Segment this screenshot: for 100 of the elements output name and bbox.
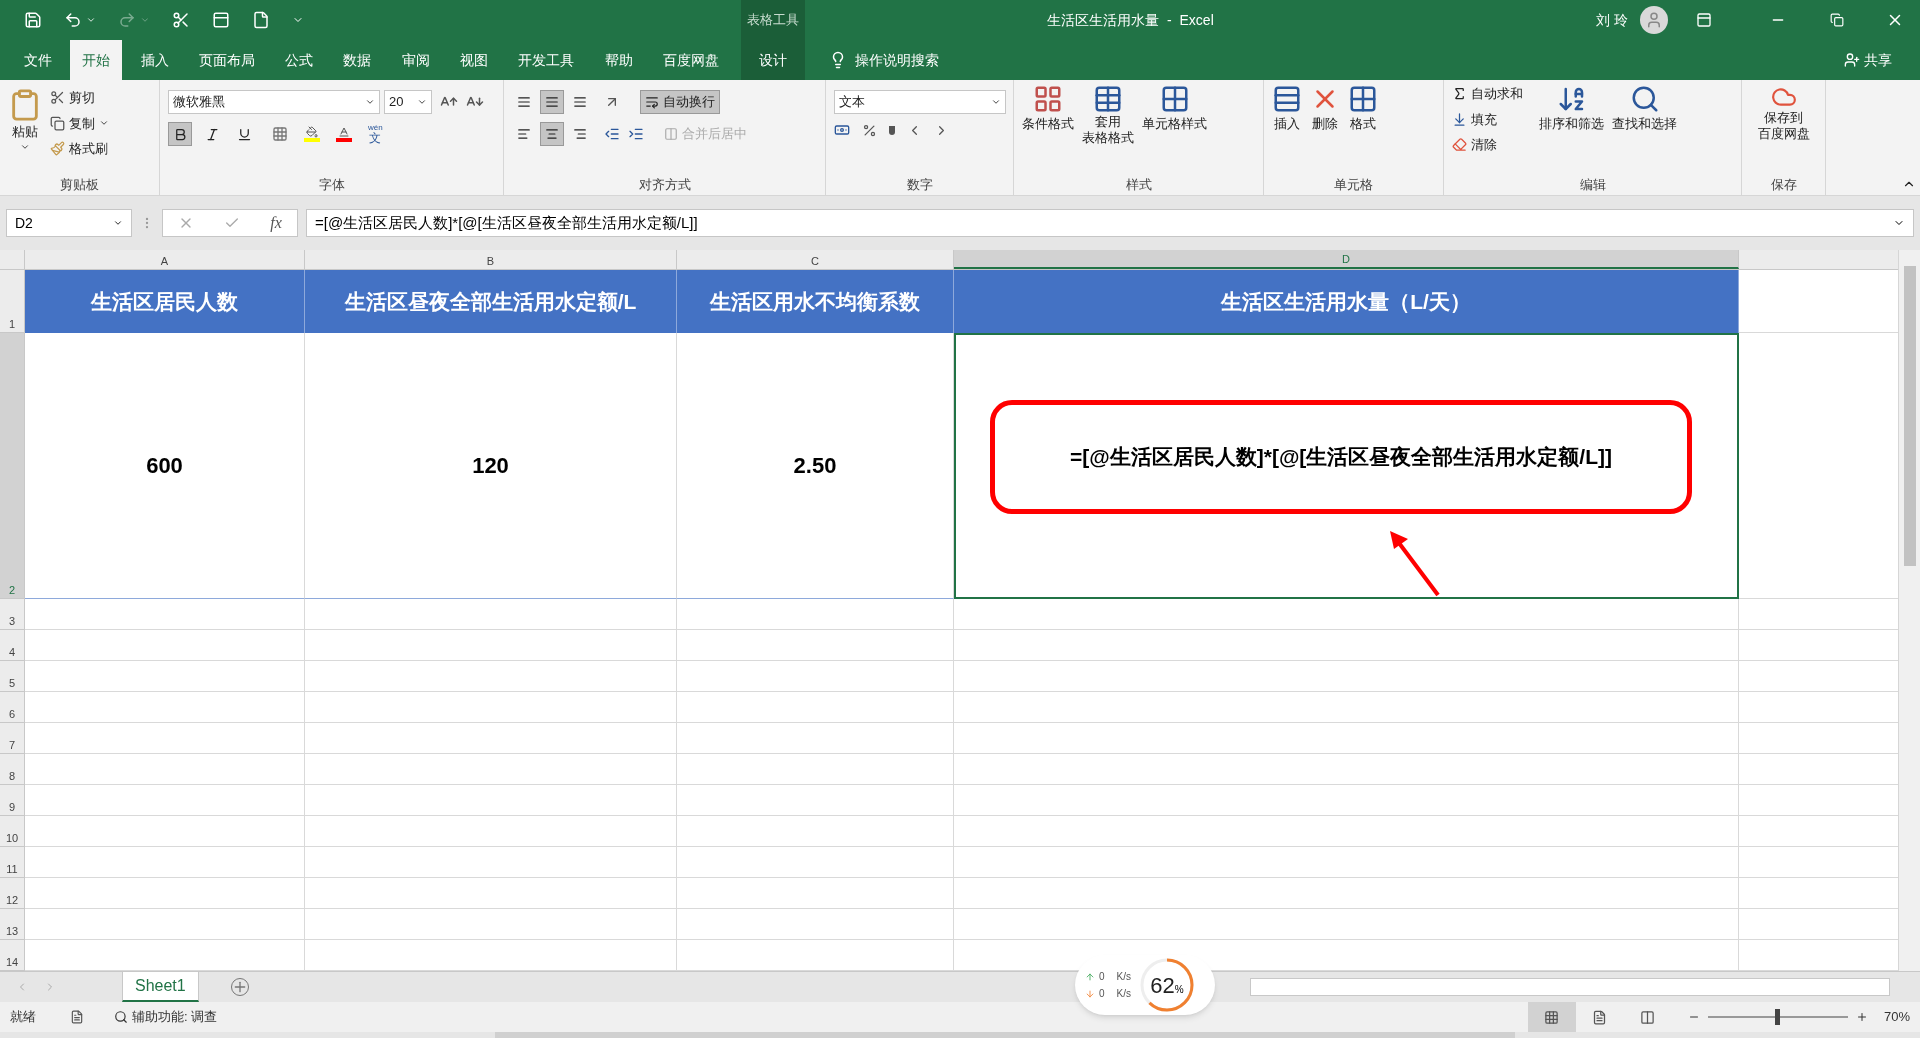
autosum-button[interactable]: 自动求和 [1452, 84, 1523, 104]
name-box[interactable]: D2 [6, 209, 132, 237]
font-name-field[interactable]: 微软雅黑 [168, 90, 380, 114]
grid-cell[interactable] [954, 878, 1739, 909]
row-header[interactable]: 1 [0, 270, 25, 333]
paste-button[interactable]: 粘贴 [8, 84, 42, 152]
grid-cell[interactable] [25, 816, 305, 847]
grid-cell[interactable] [677, 661, 954, 692]
ribbon-tab[interactable]: 设计 [741, 40, 805, 80]
save-to-cloud-button[interactable]: 保存到 百度网盘 [1750, 84, 1817, 142]
grid-cell[interactable] [677, 878, 954, 909]
grid-cell[interactable] [677, 909, 954, 940]
grid-cell[interactable] [677, 754, 954, 785]
grid-cell[interactable] [25, 785, 305, 816]
format-painter-button[interactable]: 格式刷 [50, 139, 109, 159]
cut-button[interactable]: 剪切 [50, 88, 109, 108]
grid-cell[interactable] [305, 785, 677, 816]
wrap-text-button[interactable]: 自动换行 [640, 90, 720, 114]
share-button[interactable]: 共享 [1844, 40, 1892, 80]
grid-cell[interactable] [25, 599, 305, 630]
grid-cell[interactable] [25, 847, 305, 878]
grid-cell[interactable] [954, 692, 1739, 723]
phonetic-button[interactable]: wén 文 [368, 124, 383, 144]
grid-cell[interactable] [677, 785, 954, 816]
new-file-icon[interactable] [252, 11, 270, 29]
ribbon-tab[interactable]: 帮助 [592, 40, 645, 80]
macro-icon[interactable] [70, 1010, 84, 1024]
row-header[interactable]: 8 [0, 754, 25, 785]
scrollbar-thumb[interactable] [495, 1032, 1515, 1038]
ribbon-tab[interactable]: 视图 [448, 40, 501, 80]
grid-cell[interactable] [305, 692, 677, 723]
ribbon-tab[interactable]: 页面布局 [186, 40, 267, 80]
vertical-align-button[interactable] [540, 90, 564, 114]
grid-cell[interactable] [25, 754, 305, 785]
row-header[interactable]: 12 [0, 878, 25, 909]
clear-button[interactable]: 清除 [1452, 135, 1523, 155]
grid-cell[interactable] [677, 599, 954, 630]
row-header[interactable]: 5 [0, 661, 25, 692]
row-header[interactable]: 13 [0, 909, 25, 940]
row-header[interactable]: 14 [0, 940, 25, 971]
ribbon-tab[interactable]: 公式 [273, 40, 326, 80]
zoom-slider-track[interactable] [1707, 1009, 1848, 1025]
grid-cell[interactable] [677, 847, 954, 878]
grid-cell[interactable] [305, 630, 677, 661]
grid-cell[interactable] [954, 599, 1739, 630]
increase-indent-icon[interactable] [628, 126, 644, 142]
decrease-indent-icon[interactable] [604, 126, 620, 142]
ribbon-tab[interactable]: 数据 [331, 40, 384, 80]
grid-cell[interactable] [954, 630, 1739, 661]
row-header[interactable]: 2 [0, 333, 25, 599]
grid-cell[interactable] [25, 723, 305, 754]
sort-filter-button[interactable]: 排序和筛选 [1539, 84, 1604, 134]
active-cell[interactable]: =[@生活区居民人数]*[@[生活区昼夜全部生活用水定额/L]] [954, 333, 1739, 599]
cell-styles-button[interactable]: 单元格样式 [1142, 84, 1207, 134]
window-icon[interactable] [212, 11, 230, 29]
row-header[interactable]: 6 [0, 692, 25, 723]
row-header[interactable]: 10 [0, 816, 25, 847]
zoom-slider-thumb[interactable] [1775, 1009, 1781, 1025]
grid-cell[interactable] [25, 692, 305, 723]
grid-cell[interactable] [677, 692, 954, 723]
accessibility-status[interactable]: 辅助功能: 调查 [114, 1007, 218, 1027]
format-button[interactable]: 格式 [1348, 84, 1378, 134]
font-size-field[interactable]: 20 [384, 90, 432, 114]
conditional-format-button[interactable]: 条件格式 [1022, 84, 1074, 134]
tell-me-search[interactable]: 操作说明搜索 [855, 49, 939, 71]
delete-button[interactable]: 删除 [1310, 84, 1340, 134]
insert-button[interactable]: 插入 [1272, 84, 1302, 134]
grid-cell[interactable] [305, 723, 677, 754]
row-header[interactable]: 4 [0, 630, 25, 661]
ribbon-tab[interactable]: 文件 [12, 40, 64, 80]
currency-icon[interactable] [834, 122, 850, 138]
bold-button[interactable] [168, 122, 192, 146]
fill-button[interactable]: 填充 [1452, 109, 1523, 129]
view-button[interactable] [1527, 1002, 1576, 1032]
grid-cell[interactable] [25, 630, 305, 661]
grid-cell[interactable] [954, 785, 1739, 816]
row-header[interactable]: 9 [0, 785, 25, 816]
column-header[interactable]: D [954, 250, 1739, 269]
vertical-scrollbar[interactable] [1898, 250, 1920, 971]
sheet-tab[interactable]: Sheet1 [122, 972, 199, 1002]
scrollbar-thumb[interactable] [1903, 266, 1916, 566]
row-header[interactable]: 7 [0, 723, 25, 754]
save-icon[interactable] [24, 11, 42, 29]
horizontal-scrollbar[interactable] [1250, 978, 1890, 996]
scissors-icon[interactable] [172, 11, 190, 29]
zoom-in-icon[interactable] [1855, 1011, 1868, 1023]
find-select-button[interactable]: 查找和选择 [1612, 84, 1677, 134]
grid-cell[interactable] [954, 754, 1739, 785]
column-header[interactable]: B [305, 250, 677, 269]
horizontal-align-button[interactable] [540, 122, 564, 146]
grid-cell[interactable] [677, 630, 954, 661]
row-header[interactable]: 11 [0, 847, 25, 878]
ribbon-tab[interactable]: 审阅 [389, 40, 442, 80]
ribbon-tab[interactable]: 开发工具 [506, 40, 587, 80]
grid-cell[interactable] [25, 878, 305, 909]
grid-cell[interactable] [954, 909, 1739, 940]
comma-icon[interactable] [889, 125, 895, 135]
ribbon-tab[interactable]: 插入 [128, 40, 181, 80]
undo-icon[interactable] [64, 11, 82, 29]
percent-icon[interactable] [862, 122, 877, 138]
